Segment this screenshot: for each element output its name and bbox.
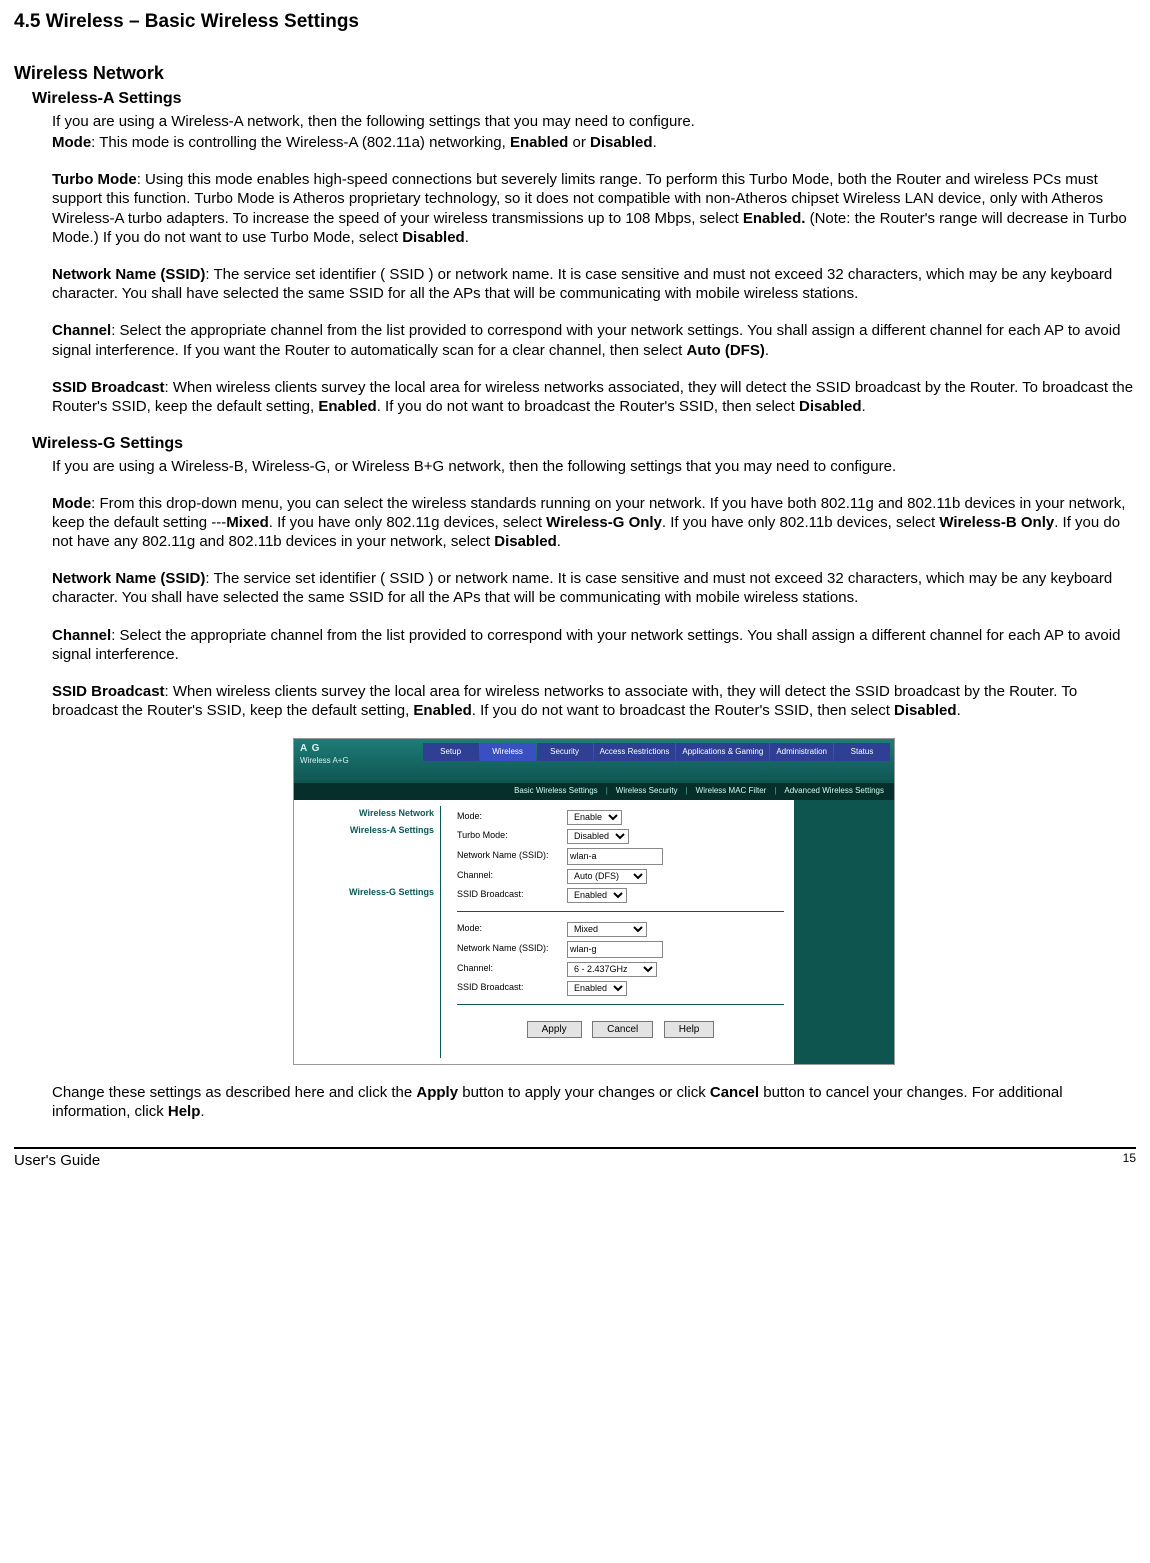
label-g-mode: Mode: (457, 923, 567, 935)
label-a-mode: Mode: (457, 811, 567, 823)
g-intro: If you are using a Wireless-B, Wireless-… (52, 457, 1136, 476)
label-g-ssid: Network Name (SSID): (457, 943, 567, 955)
side-wireless-g: Wireless-G Settings (294, 887, 434, 899)
g-broadcast-para: SSID Broadcast: When wireless clients su… (52, 682, 1136, 720)
apply-button[interactable]: Apply (527, 1021, 582, 1038)
tab-setup[interactable]: Setup (423, 743, 479, 760)
select-a-turbo[interactable]: Disabled (567, 829, 629, 844)
select-g-channel[interactable]: 6 - 2.437GHz (567, 962, 657, 977)
tab-applications-gaming[interactable]: Applications & Gaming (676, 743, 769, 760)
heading-wireless-network: Wireless Network (14, 62, 1136, 85)
select-a-broadcast[interactable]: Enabled (567, 888, 627, 903)
a-turbo-para: Turbo Mode: Using this mode enables high… (52, 170, 1136, 247)
router-screenshot: A G Wireless A+G Setup Wireless Security… (293, 738, 895, 1064)
label-a-turbo: Turbo Mode: (457, 830, 567, 842)
subtab-basic[interactable]: Basic Wireless Settings (514, 786, 598, 796)
help-button[interactable]: Help (664, 1021, 715, 1038)
a-channel-para: Channel: Select the appropriate channel … (52, 321, 1136, 359)
select-a-channel[interactable]: Auto (DFS) (567, 869, 647, 884)
input-g-ssid[interactable] (567, 941, 663, 958)
tab-security[interactable]: Security (537, 743, 593, 760)
a-ssid-para: Network Name (SSID): The service set ide… (52, 265, 1136, 303)
subtab-advanced[interactable]: Advanced Wireless Settings (784, 786, 884, 796)
cancel-button[interactable]: Cancel (592, 1021, 653, 1038)
tab-wireless[interactable]: Wireless (480, 743, 536, 760)
g-channel-para: Channel: Select the appropriate channel … (52, 626, 1136, 664)
a-mode-para: Mode: This mode is controlling the Wirel… (52, 133, 1136, 152)
tab-administration[interactable]: Administration (770, 743, 833, 760)
label-a-broadcast: SSID Broadcast: (457, 889, 567, 901)
heading-wireless-g: Wireless-G Settings (32, 434, 1136, 454)
a-intro: If you are using a Wireless-A network, t… (52, 112, 1136, 131)
router-logo: A G Wireless A+G (300, 743, 380, 779)
g-mode-para: Mode: From this drop-down menu, you can … (52, 494, 1136, 552)
main-tabs: Setup Wireless Security Access Restricti… (423, 743, 890, 760)
tab-access-restrictions[interactable]: Access Restrictions (594, 743, 676, 760)
tab-status[interactable]: Status (834, 743, 890, 760)
g-ssid-para: Network Name (SSID): The service set ide… (52, 569, 1136, 607)
heading-wireless-a: Wireless-A Settings (32, 89, 1136, 109)
label-a-ssid: Network Name (SSID): (457, 850, 567, 862)
sub-tabs: Basic Wireless Settings| Wireless Securi… (294, 783, 894, 799)
side-title: Wireless Network (294, 808, 434, 820)
side-wireless-a: Wireless-A Settings (294, 825, 434, 837)
footer-left: User's Guide (14, 1151, 100, 1170)
select-g-mode[interactable]: Mixed (567, 922, 647, 937)
subtab-mac-filter[interactable]: Wireless MAC Filter (696, 786, 767, 796)
select-a-mode[interactable]: Enable (567, 810, 622, 825)
select-g-broadcast[interactable]: Enabled (567, 981, 627, 996)
page-number: 15 (1123, 1151, 1136, 1170)
a-broadcast-para: SSID Broadcast: When wireless clients su… (52, 378, 1136, 416)
closing-para: Change these settings as described here … (52, 1083, 1136, 1121)
label-a-channel: Channel: (457, 870, 567, 882)
label-g-broadcast: SSID Broadcast: (457, 982, 567, 994)
page-title: 4.5 Wireless – Basic Wireless Settings (14, 10, 1136, 34)
label-g-channel: Channel: (457, 963, 567, 975)
subtab-security[interactable]: Wireless Security (616, 786, 678, 796)
input-a-ssid[interactable] (567, 848, 663, 865)
